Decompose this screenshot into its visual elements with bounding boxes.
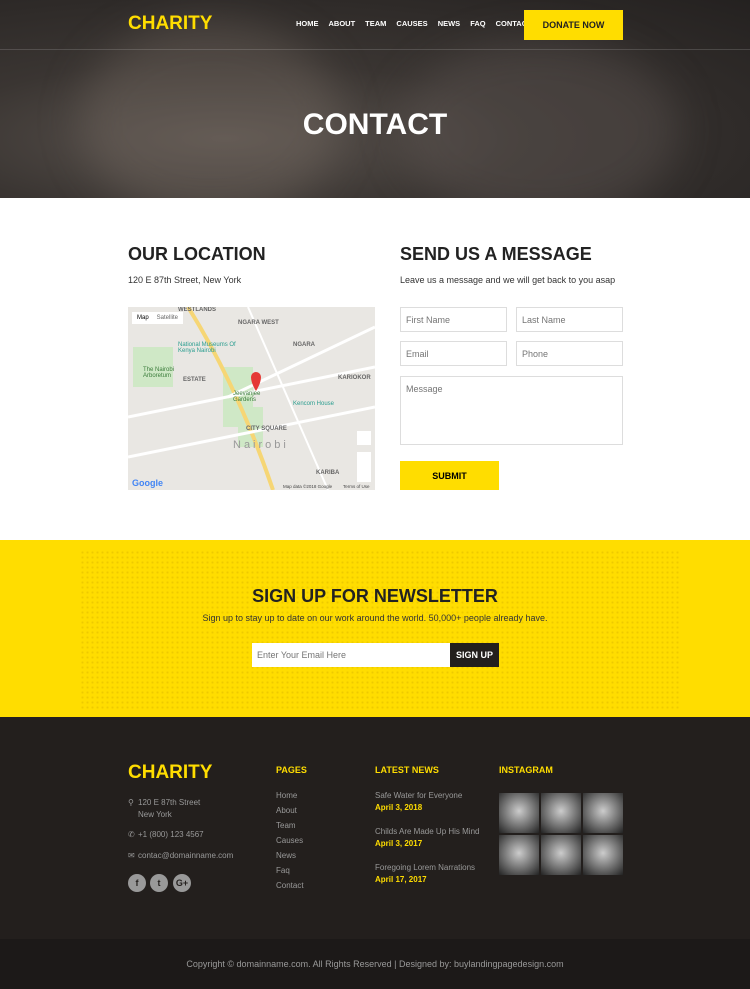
- instagram-photo[interactable]: [541, 793, 581, 833]
- google-logo: Google: [132, 478, 163, 488]
- message-title: SEND US A MESSAGE: [400, 244, 592, 264]
- contact-section: OUR LOCATION 120 E 87th Street, New York…: [0, 198, 750, 540]
- news-item-title[interactable]: Safe Water for Everyone: [375, 791, 462, 800]
- map-label: Jeevanjee Gardens: [233, 391, 261, 403]
- signup-button[interactable]: SIGN UP: [450, 643, 499, 667]
- submit-button[interactable]: SUBMIT: [400, 461, 499, 490]
- footer-link-causes[interactable]: Causes: [276, 836, 303, 845]
- instagram-photo[interactable]: [583, 835, 623, 875]
- instagram-photo[interactable]: [583, 793, 623, 833]
- news-item-title[interactable]: Foregoing Lorem Narrations: [375, 863, 475, 872]
- footer-link-faq[interactable]: Faq: [276, 866, 290, 875]
- nav-faq[interactable]: FAQ: [470, 19, 485, 28]
- navbar: CHARITY HOME ABOUT TEAM CAUSES NEWS FAQ …: [0, 0, 750, 50]
- news-item-date: April 17, 2017: [375, 875, 427, 884]
- message-block: SEND US A MESSAGE Leave us a message and…: [400, 244, 615, 285]
- map-label: NGARA: [293, 342, 315, 348]
- news-item-date: April 3, 2017: [375, 839, 423, 848]
- message-subtitle: Leave us a message and we will get back …: [400, 275, 616, 285]
- world-map-dots: [80, 550, 680, 710]
- nav-news[interactable]: NEWS: [438, 19, 461, 28]
- map-label: CITY SQUARE: [246, 426, 287, 432]
- instagram-grid: [499, 793, 623, 875]
- newsletter-subtitle: Sign up to stay up to date on our work a…: [202, 613, 548, 623]
- nav-menu: HOME ABOUT TEAM CAUSES NEWS FAQ CONTACT: [296, 19, 532, 28]
- map-type-toggle: Map Satellite: [132, 312, 184, 324]
- newsletter-section: SIGN UP FOR NEWSLETTER Sign up to stay u…: [0, 540, 750, 717]
- facebook-icon[interactable]: f: [128, 874, 146, 892]
- map-tab[interactable]: Map: [137, 315, 149, 321]
- map-label: National Museums Of Kenya Nairobi: [178, 342, 236, 354]
- news-item-date: April 3, 2018: [375, 803, 423, 812]
- pages-heading: PAGES: [276, 765, 307, 775]
- newsletter-email-input[interactable]: [252, 643, 450, 667]
- google-plus-icon[interactable]: G+: [173, 874, 191, 892]
- footer-logo: CHARITY: [128, 762, 213, 783]
- phone-icon: ✆: [128, 830, 135, 839]
- footer-link-about[interactable]: About: [276, 806, 297, 815]
- map-label: ESTATE: [183, 377, 206, 383]
- mail-icon: ✉: [128, 851, 135, 860]
- newsletter-title: SIGN UP FOR NEWSLETTER: [252, 586, 498, 606]
- hero-banner: CHARITY HOME ABOUT TEAM CAUSES NEWS FAQ …: [0, 0, 750, 198]
- map-label: Nairobi: [233, 439, 289, 451]
- page-title: CONTACT: [302, 108, 448, 141]
- map-label: The Nairobi Arboretum: [143, 367, 175, 379]
- location-block: OUR LOCATION 120 E 87th Street, New York: [128, 244, 266, 285]
- nav-about[interactable]: ABOUT: [329, 19, 356, 28]
- footer-phone: +1 (800) 123 4567: [138, 830, 204, 839]
- map-terms-link[interactable]: Terms of Use: [343, 484, 370, 489]
- footer-link-home[interactable]: Home: [276, 791, 297, 800]
- location-icon: ⚲: [128, 798, 134, 807]
- newsletter-form: SIGN UP: [252, 643, 499, 667]
- map-label: WESTLANDS: [178, 307, 216, 313]
- news-item-title[interactable]: Childs Are Made Up His Mind: [375, 827, 479, 836]
- news-heading: LATEST NEWS: [375, 765, 439, 775]
- donate-button[interactable]: DONATE NOW: [524, 10, 623, 40]
- footer-link-news[interactable]: News: [276, 851, 296, 860]
- footer-address-city: New York: [138, 810, 172, 819]
- footer-link-team[interactable]: Team: [276, 821, 296, 830]
- nav-home[interactable]: HOME: [296, 19, 319, 28]
- phone-input[interactable]: [516, 341, 623, 366]
- footer-address: 120 E 87th Street: [138, 798, 201, 807]
- footer-link-contact[interactable]: Contact: [276, 881, 304, 890]
- nav-causes[interactable]: CAUSES: [396, 19, 427, 28]
- location-address: 120 E 87th Street, New York: [128, 275, 242, 285]
- logo[interactable]: CHARITY: [128, 13, 212, 35]
- first-name-input[interactable]: [400, 307, 507, 332]
- message-textarea[interactable]: [400, 376, 623, 445]
- instagram-photo[interactable]: [499, 793, 539, 833]
- satellite-tab[interactable]: Satellite: [157, 315, 178, 321]
- footer-email[interactable]: contac@domainname.com: [138, 851, 233, 860]
- instagram-heading: INSTAGRAM: [499, 765, 553, 775]
- instagram-photo[interactable]: [499, 835, 539, 875]
- map-label: Kencom House: [293, 401, 335, 407]
- email-input[interactable]: [400, 341, 507, 366]
- nav-team[interactable]: TEAM: [365, 19, 386, 28]
- map-label: KARIOKOR: [338, 375, 371, 381]
- last-name-input[interactable]: [516, 307, 623, 332]
- location-title: OUR LOCATION: [128, 244, 266, 264]
- map-label: NGARA WEST: [238, 320, 279, 326]
- copyright: Copyright © domainname.com. All Rights R…: [0, 939, 750, 989]
- instagram-photo[interactable]: [541, 835, 581, 875]
- footer: CHARITY ⚲ 120 E 87th Street New York ✆ +…: [0, 717, 750, 939]
- google-map[interactable]: Map Satellite WESTLANDS NGARA WEST NGARA…: [128, 307, 375, 490]
- twitter-icon[interactable]: t: [150, 874, 168, 892]
- map-label: KARIBA: [316, 470, 340, 476]
- map-attribution: Map data ©2018 Google: [283, 484, 333, 489]
